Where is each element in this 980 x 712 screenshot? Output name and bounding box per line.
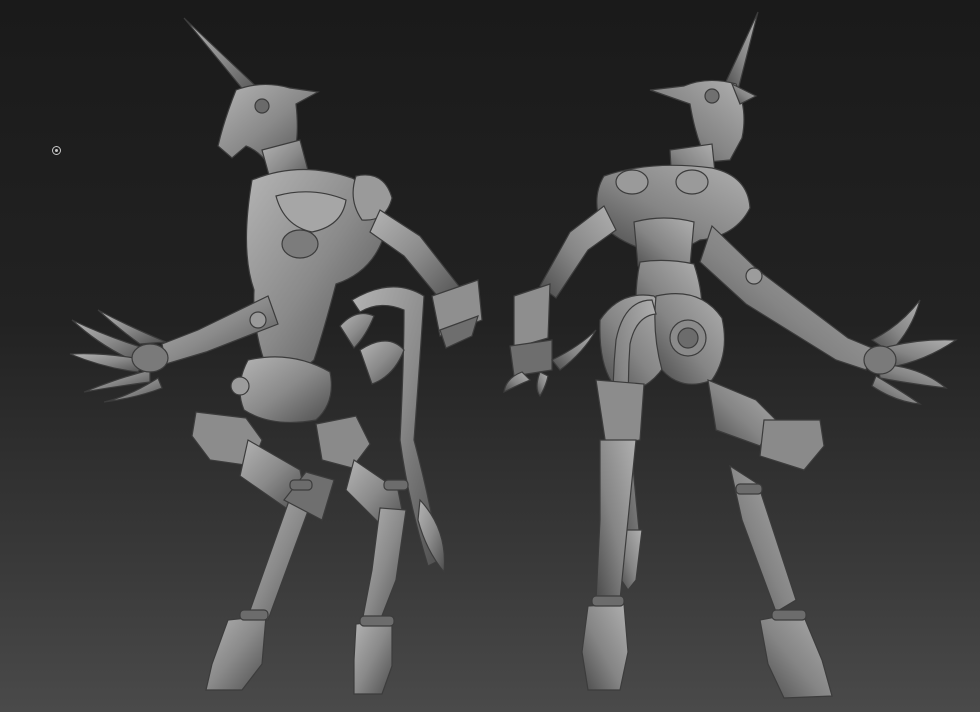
sculpt-front-view[interactable]	[69, 17, 483, 695]
sculpt-viewport[interactable]	[0, 0, 980, 712]
model-canvas	[69, 11, 958, 699]
sculpt-back-view[interactable]	[503, 11, 958, 699]
